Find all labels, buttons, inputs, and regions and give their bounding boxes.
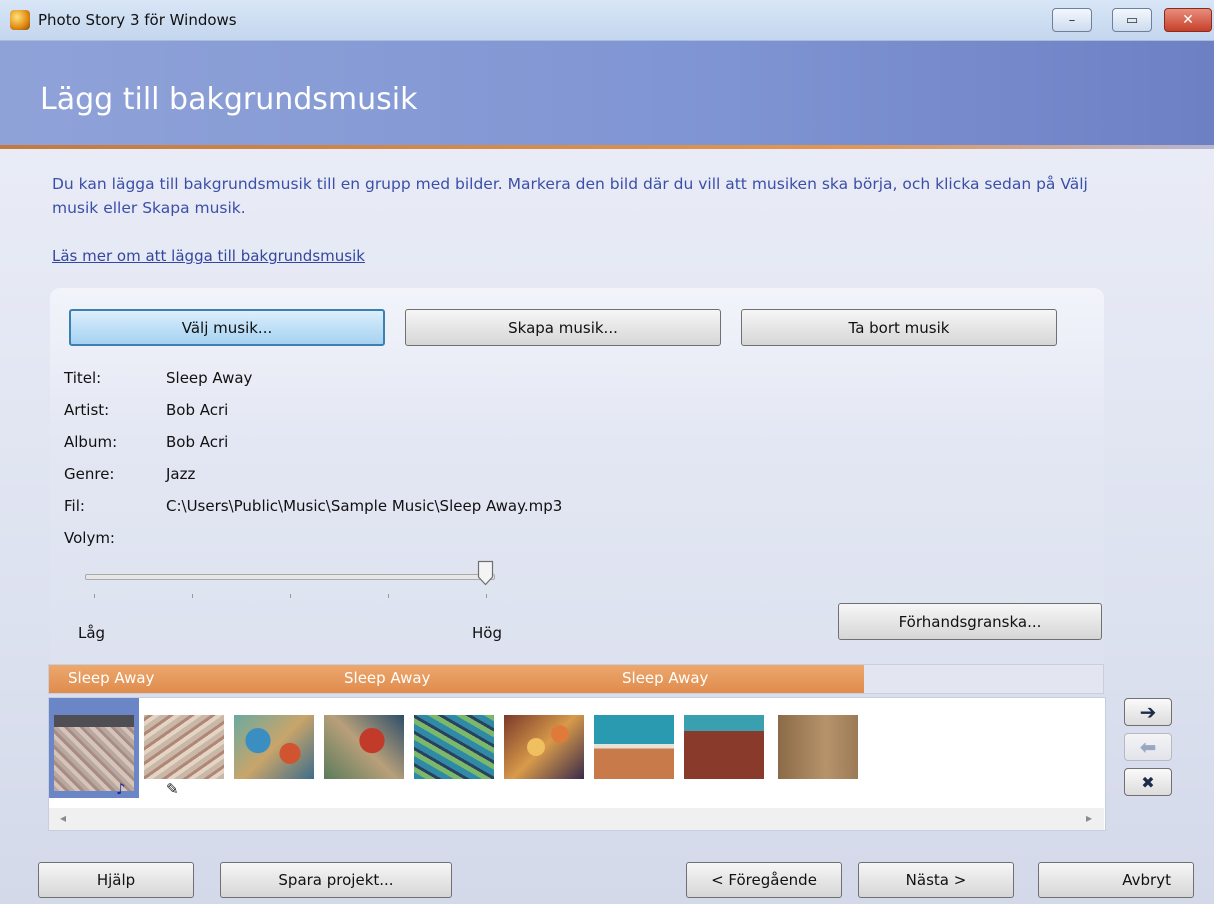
arrow-right-icon: ➔: [1139, 700, 1157, 724]
description-text: Du kan lägga till bakgrundsmusik till en…: [52, 175, 1088, 217]
thumbnail-scrollbar[interactable]: [49, 808, 1104, 830]
photo-thumbnail[interactable]: [144, 715, 224, 779]
scroll-left-icon[interactable]: ◂: [60, 811, 66, 825]
maximize-icon: ▭: [1125, 12, 1139, 28]
remove-music-button[interactable]: Ta bort musik: [741, 309, 1057, 346]
minimize-icon: –: [1068, 12, 1076, 28]
help-button[interactable]: Hjälp: [38, 862, 194, 898]
title-value: Sleep Away: [166, 369, 253, 387]
volume-high-label: Hög: [472, 624, 502, 642]
move-right-button[interactable]: ➔: [1124, 698, 1172, 726]
remove-picture-button[interactable]: ✖: [1124, 768, 1172, 796]
volume-tick: [192, 594, 193, 598]
create-music-button[interactable]: Skapa musik...: [405, 309, 721, 346]
volume-tick: [290, 594, 291, 598]
next-button[interactable]: Nästa >: [858, 862, 1014, 898]
genre-label: Genre:: [64, 465, 115, 483]
music-track-label: Sleep Away: [622, 669, 709, 687]
volume-slider-track[interactable]: [85, 574, 495, 580]
music-note-icon: ♪: [116, 780, 126, 798]
volume-label: Volym:: [64, 529, 115, 547]
genre-value: Jazz: [166, 465, 196, 483]
music-track-label: Sleep Away: [344, 669, 431, 687]
photo-thumbnail[interactable]: [684, 715, 764, 779]
photo-thumbnail[interactable]: [778, 715, 858, 779]
cancel-button[interactable]: Avbryt: [1038, 862, 1194, 898]
photo-thumbnail[interactable]: [234, 715, 314, 779]
remove-icon: ✖: [1141, 772, 1155, 792]
artist-label: Artist:: [64, 401, 110, 419]
music-track-bar[interactable]: [49, 665, 864, 693]
file-label: Fil:: [64, 497, 85, 515]
photo-thumbnail[interactable]: [504, 715, 584, 779]
edit-icon: ✎: [166, 780, 179, 798]
volume-slider-thumb[interactable]: [477, 560, 494, 586]
previous-button[interactable]: < Föregående: [686, 862, 842, 898]
volume-low-label: Låg: [78, 624, 106, 642]
scroll-right-icon[interactable]: ▸: [1086, 811, 1092, 825]
artist-value: Bob Acri: [166, 401, 229, 419]
page-title: Lägg till bakgrundsmusik: [40, 82, 418, 117]
photo-thumbnail[interactable]: [324, 715, 404, 779]
preview-button[interactable]: Förhandsgranska...: [838, 603, 1102, 640]
photo-story-app-icon: [10, 10, 30, 30]
volume-tick: [486, 594, 487, 598]
maximize-button[interactable]: ▭: [1112, 8, 1152, 32]
move-left-button[interactable]: ⬅: [1124, 733, 1172, 761]
volume-tick: [94, 594, 95, 598]
learn-more-link[interactable]: Läs mer om att lägga till bakgrundsmusik: [52, 247, 365, 265]
album-label: Album:: [64, 433, 118, 451]
minimize-button[interactable]: –: [1052, 8, 1092, 32]
window-title: Photo Story 3 för Windows: [38, 11, 237, 29]
music-track-label: Sleep Away: [68, 669, 155, 687]
close-icon: ✕: [1182, 12, 1194, 28]
title-label: Titel:: [64, 369, 102, 387]
photo-thumbnail[interactable]: [594, 715, 674, 779]
album-value: Bob Acri: [166, 433, 229, 451]
arrow-left-icon: ⬅: [1139, 735, 1157, 759]
choose-music-button[interactable]: Välj musik...: [69, 309, 385, 346]
photo-thumbnail[interactable]: [414, 715, 494, 779]
close-button[interactable]: ✕: [1164, 8, 1212, 32]
file-value: C:\Users\Public\Music\Sample Music\Sleep…: [166, 497, 563, 515]
volume-tick: [388, 594, 389, 598]
save-project-button[interactable]: Spara projekt...: [220, 862, 452, 898]
